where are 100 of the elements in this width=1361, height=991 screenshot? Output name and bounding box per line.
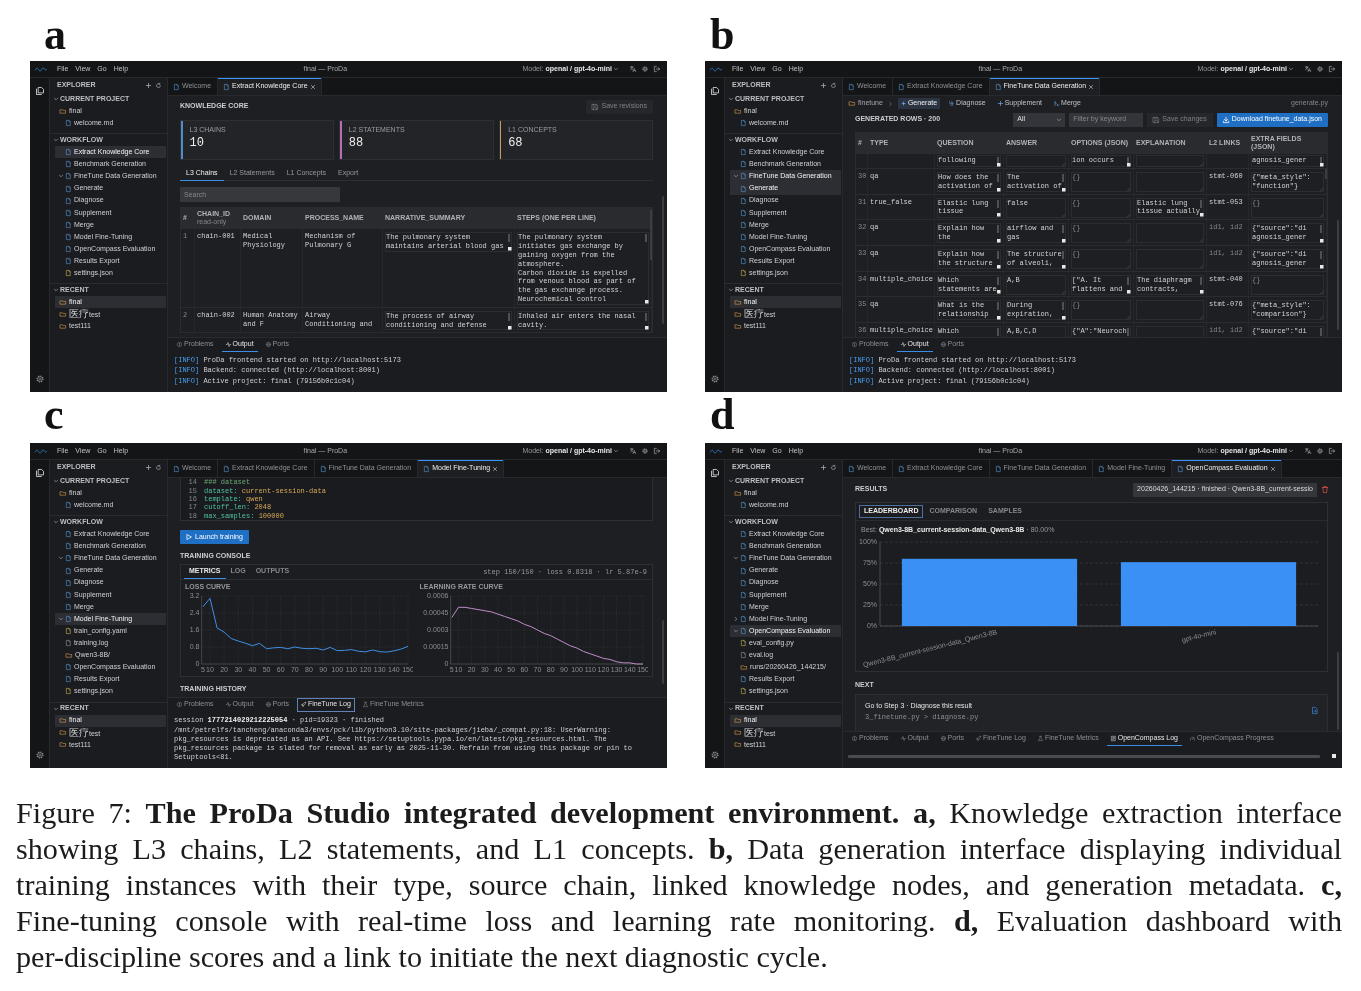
scrollbar-thumb[interactable] <box>508 234 510 243</box>
chevron-down-icon[interactable] <box>729 97 733 101</box>
files-icon[interactable] <box>710 469 719 477</box>
scrollbar-thumb[interactable] <box>1320 328 1322 337</box>
scroll-corner-icon <box>1332 754 1336 758</box>
chevron-down-icon[interactable] <box>54 97 58 101</box>
scrollbar-thumb[interactable] <box>1127 328 1129 337</box>
scrollbar-thumb[interactable] <box>997 276 999 285</box>
stat-value: 10 <box>189 137 204 151</box>
settings-icon[interactable] <box>710 375 719 383</box>
scrollbar-thumb[interactable] <box>997 302 999 311</box>
stethoscope-icon <box>949 101 955 106</box>
logout-icon[interactable] <box>1329 66 1335 72</box>
scrollbar-thumb[interactable] <box>1127 276 1129 285</box>
refresh-icon[interactable] <box>831 465 836 470</box>
file-icon <box>66 640 71 647</box>
plus-icon[interactable] <box>821 83 826 88</box>
refresh-icon[interactable] <box>156 83 161 88</box>
scrollbar-thumb[interactable] <box>848 755 1320 758</box>
chevron-down-icon[interactable] <box>54 479 58 483</box>
chevron-right-icon[interactable] <box>734 616 738 621</box>
close-icon[interactable] <box>310 84 315 89</box>
files-icon[interactable] <box>35 469 44 477</box>
scroll-corner-icon <box>507 247 511 251</box>
scrollbar-thumb[interactable] <box>1062 302 1064 311</box>
logout-icon[interactable] <box>654 66 660 72</box>
file-icon <box>741 120 746 127</box>
close-icon[interactable] <box>1089 84 1094 89</box>
scrollbar-thumb[interactable] <box>1200 276 1202 285</box>
file-icon <box>424 465 430 472</box>
translate-icon[interactable] <box>630 448 636 454</box>
file-icon <box>224 83 230 90</box>
scroll-corner-icon <box>507 325 511 330</box>
chevron-down-icon[interactable] <box>729 479 733 483</box>
translate-icon[interactable] <box>1305 448 1311 454</box>
folder-icon <box>735 108 741 114</box>
plus-icon[interactable] <box>146 465 151 470</box>
scrollbar-thumb[interactable] <box>997 225 999 234</box>
scrollbar-thumb[interactable] <box>1320 225 1322 234</box>
file-icon <box>741 209 746 216</box>
scrollbar-thumb[interactable] <box>662 620 664 684</box>
file-icon <box>66 628 71 634</box>
settings-icon[interactable] <box>35 375 44 383</box>
scrollbar-thumb[interactable] <box>1320 251 1322 260</box>
close-icon[interactable] <box>493 466 498 471</box>
scroll-corner-icon <box>996 162 1000 166</box>
scrollbar-thumb[interactable] <box>1062 174 1064 182</box>
refresh-icon[interactable] <box>156 465 161 470</box>
scrollbar-thumb[interactable] <box>997 157 999 165</box>
scroll-corner-icon <box>1061 315 1065 320</box>
globe-icon <box>265 342 271 348</box>
file-icon <box>66 173 71 180</box>
settings-icon[interactable] <box>642 448 648 454</box>
scroll-corner-icon <box>1199 213 1203 217</box>
scrollbar-thumb[interactable] <box>1337 220 1339 330</box>
scrollbar-thumb[interactable] <box>662 196 664 324</box>
file-icon <box>66 579 71 586</box>
scrollbar-thumb[interactable] <box>1062 225 1064 234</box>
info-icon <box>852 342 857 348</box>
logout-icon[interactable] <box>1329 448 1335 454</box>
close-icon[interactable] <box>1270 466 1275 471</box>
document-arrow-icon[interactable] <box>1312 707 1318 714</box>
logo-icon <box>35 448 47 454</box>
folder-icon <box>60 108 66 114</box>
logout-icon[interactable] <box>654 448 660 454</box>
scrollbar-thumb[interactable] <box>997 251 999 260</box>
refresh-icon[interactable] <box>831 83 836 88</box>
scrollbar-thumb[interactable] <box>508 312 510 321</box>
scrollbar-thumb[interactable] <box>1127 157 1129 165</box>
scrollbar-thumb[interactable] <box>1062 251 1064 260</box>
scrollbar-thumb[interactable] <box>649 210 652 261</box>
scrollbar-thumb[interactable] <box>997 199 999 208</box>
chevron-down-icon[interactable] <box>734 629 738 633</box>
file-icon <box>320 465 326 472</box>
file-icon <box>741 640 746 647</box>
settings-icon[interactable] <box>35 751 44 759</box>
scrollbar-thumb[interactable] <box>1337 652 1339 730</box>
file-icon <box>995 465 1001 472</box>
scrollbar-thumb[interactable] <box>1200 199 1202 208</box>
files-icon[interactable] <box>710 87 719 95</box>
files-icon[interactable] <box>35 87 44 95</box>
save-icon <box>1153 116 1160 123</box>
scroll-corner-icon <box>1126 290 1130 294</box>
settings-icon[interactable] <box>1317 448 1323 454</box>
translate-icon[interactable] <box>1305 66 1311 72</box>
trash-icon[interactable] <box>1322 486 1328 493</box>
file-icon <box>66 246 71 252</box>
scrollbar-thumb[interactable] <box>645 234 647 243</box>
scrollbar-thumb[interactable] <box>645 312 647 321</box>
plus-icon <box>997 101 1003 106</box>
file-icon <box>66 185 71 192</box>
plus-icon[interactable] <box>146 83 151 88</box>
settings-icon[interactable] <box>642 66 648 72</box>
settings-icon[interactable] <box>710 751 719 759</box>
settings-icon[interactable] <box>1317 66 1323 72</box>
plus-icon[interactable] <box>821 465 826 470</box>
translate-icon[interactable] <box>630 66 636 72</box>
scrollbar-thumb[interactable] <box>997 328 999 337</box>
save-icon <box>592 103 599 110</box>
scrollbar-thumb[interactable] <box>997 174 999 182</box>
